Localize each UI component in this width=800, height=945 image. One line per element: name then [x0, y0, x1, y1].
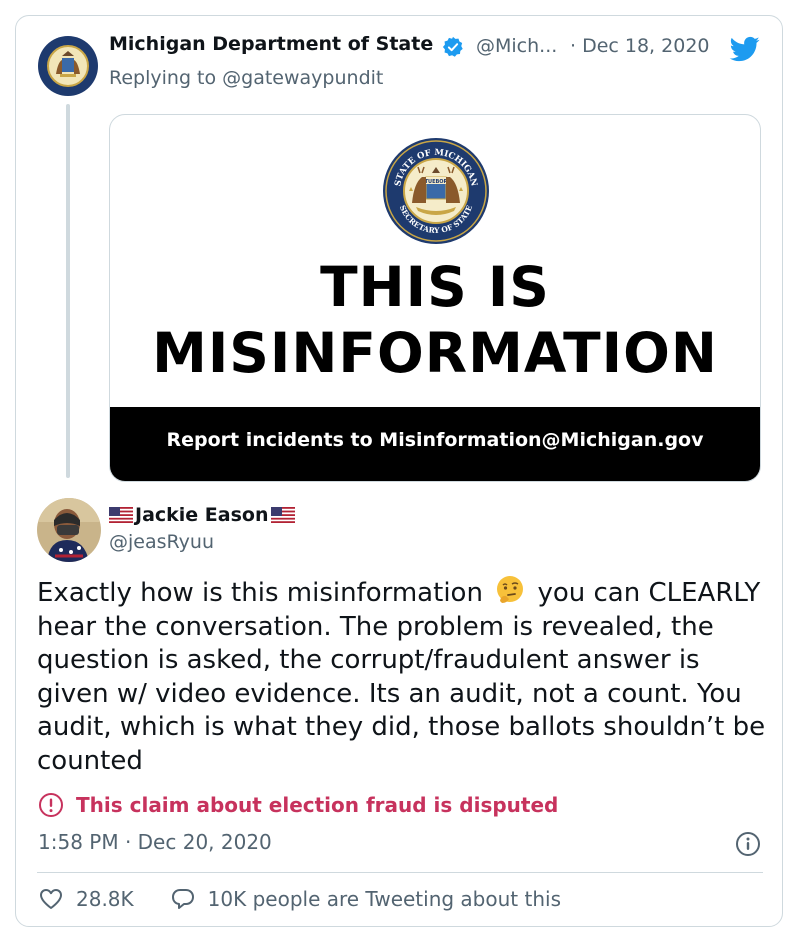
thread-connector-line — [66, 104, 70, 478]
reply-handle[interactable]: @jeasRyuu — [109, 531, 214, 553]
heart-icon — [40, 889, 62, 909]
report-banner-text: Report incidents to Misinformation@Michi… — [166, 429, 704, 451]
us-flag-icon — [109, 507, 133, 523]
reply-author-name: Jackie Eason — [135, 504, 269, 526]
michigan-seal-avatar[interactable] — [36, 34, 100, 98]
disputed-text: This claim about election fraud is dispu… — [76, 793, 559, 817]
reply-timestamp[interactable]: 1:58 PM · Dec 20, 2020 — [38, 830, 272, 854]
seal-motto: TUEBOR — [425, 179, 448, 185]
headline-line-2: MISINFORMATION — [152, 321, 718, 385]
like-stat[interactable]: 28.8K — [38, 886, 134, 912]
misinformation-image[interactable]: STATE OF MICHIGAN SECRETARY OF STATE TUE… — [109, 114, 761, 482]
disputed-claim-label[interactable]: This claim about election fraud is dispu… — [38, 792, 558, 818]
conversation-text: 10K people are Tweeting about this — [207, 887, 561, 911]
reply-author-row[interactable]: Jackie Eason — [109, 504, 295, 526]
parent-author-name[interactable]: Michigan Department of State — [109, 33, 433, 55]
parent-handle[interactable]: @Mich... — [476, 35, 557, 57]
parent-date[interactable]: · Dec 18, 2020 — [570, 35, 710, 57]
verified-badge-icon — [442, 36, 463, 57]
headline-line-1: THIS IS — [320, 255, 550, 319]
twitter-bird-icon[interactable] — [728, 34, 762, 64]
report-banner: Report incidents to Misinformation@Michi… — [110, 407, 760, 481]
thinking-face-emoji — [497, 576, 524, 603]
secretary-of-state-seal: STATE OF MICHIGAN SECRETARY OF STATE TUE… — [383, 138, 489, 244]
warning-circle-icon — [39, 793, 63, 817]
reply-author-avatar[interactable] — [37, 498, 101, 562]
reply-text-part1: Exactly how is this misinformation — [37, 578, 492, 608]
stats-bar: 28.8K 10K people are Tweeting about this — [38, 886, 561, 912]
info-icon[interactable] — [735, 831, 761, 857]
conversation-stat[interactable]: 10K people are Tweeting about this — [170, 886, 561, 912]
replying-to-label[interactable]: Replying to @gatewaypundit — [109, 67, 383, 89]
stats-divider — [37, 872, 763, 873]
reply-text: Exactly how is this misinformation you c… — [37, 575, 767, 778]
reply-bubble-icon — [171, 889, 194, 909]
us-flag-icon — [270, 507, 295, 523]
like-count: 28.8K — [76, 887, 134, 911]
